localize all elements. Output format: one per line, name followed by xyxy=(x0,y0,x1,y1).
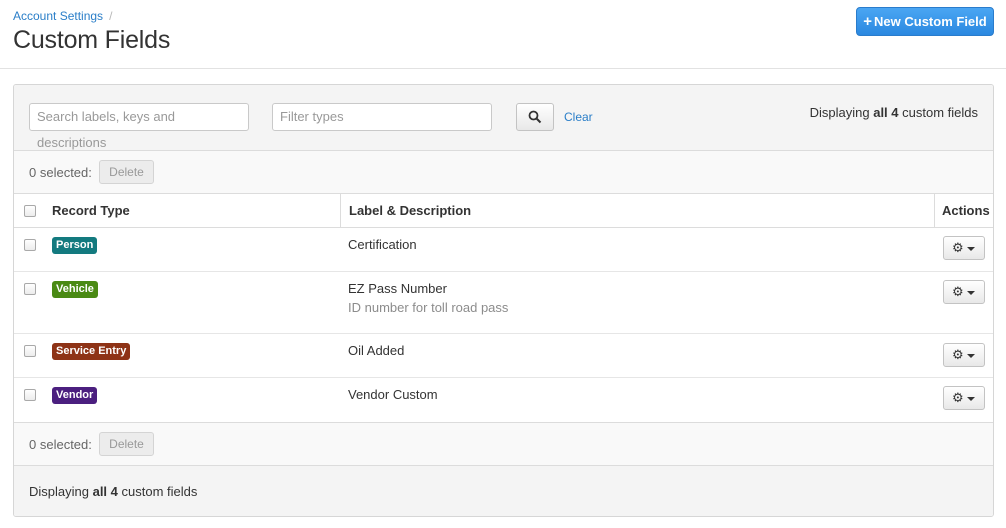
search-button[interactable] xyxy=(516,103,554,131)
record-type-badge: Service Entry xyxy=(52,343,131,360)
filter-types-input[interactable]: Filter types xyxy=(272,103,492,131)
displaying-prefix: Displaying xyxy=(809,105,874,120)
displaying-suffix: custom fields xyxy=(117,484,198,499)
select-all-checkbox[interactable] xyxy=(24,205,36,217)
field-label: EZ Pass Number xyxy=(348,281,447,296)
breadcrumb: Account Settings / xyxy=(13,9,112,23)
record-type-badge: Person xyxy=(52,237,98,254)
row-actions-button[interactable]: ⚙ xyxy=(943,280,985,304)
plus-icon: + xyxy=(863,13,873,30)
new-custom-field-label: New Custom Field xyxy=(874,14,987,29)
column-header-actions: Actions xyxy=(942,203,990,218)
field-label: Vendor Custom xyxy=(348,387,438,402)
breadcrumb-link-account-settings[interactable]: Account Settings xyxy=(13,9,103,23)
displaying-count: all 4 xyxy=(873,105,899,120)
row-checkbox[interactable] xyxy=(24,239,36,251)
chevron-down-icon xyxy=(967,397,975,401)
delete-button[interactable]: Delete xyxy=(99,160,154,184)
header-divider xyxy=(0,68,1006,69)
column-divider xyxy=(934,194,935,228)
chevron-down-icon xyxy=(967,247,975,251)
row-checkbox[interactable] xyxy=(24,283,36,295)
search-icon xyxy=(528,110,542,124)
chevron-down-icon xyxy=(967,354,975,358)
selected-count: 0 selected: xyxy=(29,437,92,452)
custom-fields-panel: Search labels, keys and descriptions Fil… xyxy=(13,84,994,517)
breadcrumb-separator: / xyxy=(109,9,113,23)
gear-icon: ⚙ xyxy=(952,284,964,299)
field-label: Certification xyxy=(348,237,417,252)
bulk-actions-bottom: 0 selected: Delete xyxy=(14,422,993,466)
table-footer: Displaying all 4 custom fields xyxy=(14,466,993,516)
delete-button[interactable]: Delete xyxy=(99,432,154,456)
clear-link[interactable]: Clear xyxy=(564,110,593,124)
row-checkbox[interactable] xyxy=(24,345,36,357)
chevron-down-icon xyxy=(967,291,975,295)
displaying-count-top: Displaying all 4 custom fields xyxy=(810,105,978,120)
record-type-badge: Vehicle xyxy=(52,281,98,298)
column-divider xyxy=(340,194,341,228)
selected-count: 0 selected: xyxy=(29,165,92,180)
table-row: Service Entry Oil Added ⚙ xyxy=(14,334,993,378)
gear-icon: ⚙ xyxy=(952,390,964,405)
field-label: Oil Added xyxy=(348,343,405,358)
page-title: Custom Fields xyxy=(13,26,171,54)
column-header-record-type: Record Type xyxy=(52,203,130,218)
record-type-badge: Vendor xyxy=(52,387,98,404)
displaying-prefix: Displaying xyxy=(29,484,93,499)
row-actions-button[interactable]: ⚙ xyxy=(943,386,985,410)
table-row: Vendor Vendor Custom ⚙ xyxy=(14,378,993,422)
table-row: Vehicle EZ Pass Number ID number for tol… xyxy=(14,272,993,334)
field-description: ID number for toll road pass xyxy=(348,300,509,315)
search-input[interactable]: Search labels, keys and descriptions xyxy=(29,103,249,150)
row-checkbox[interactable] xyxy=(24,389,36,401)
displaying-count: all 4 xyxy=(92,484,118,499)
table-header: Record Type Label & Description Actions xyxy=(14,194,993,228)
gear-icon: ⚙ xyxy=(952,240,964,255)
filter-bar: Search labels, keys and descriptions Fil… xyxy=(14,85,993,151)
new-custom-field-button[interactable]: + New Custom Field xyxy=(856,7,994,36)
column-header-label-description: Label & Description xyxy=(349,203,472,218)
table-row: Person Certification ⚙ xyxy=(14,228,993,272)
displaying-suffix: custom fields xyxy=(898,105,978,120)
bulk-actions-top: 0 selected: Delete xyxy=(14,151,993,194)
row-actions-button[interactable]: ⚙ xyxy=(943,343,985,367)
row-actions-button[interactable]: ⚙ xyxy=(943,236,985,260)
displaying-count-bottom: Displaying all 4 custom fields xyxy=(29,484,197,499)
gear-icon: ⚙ xyxy=(952,347,964,362)
